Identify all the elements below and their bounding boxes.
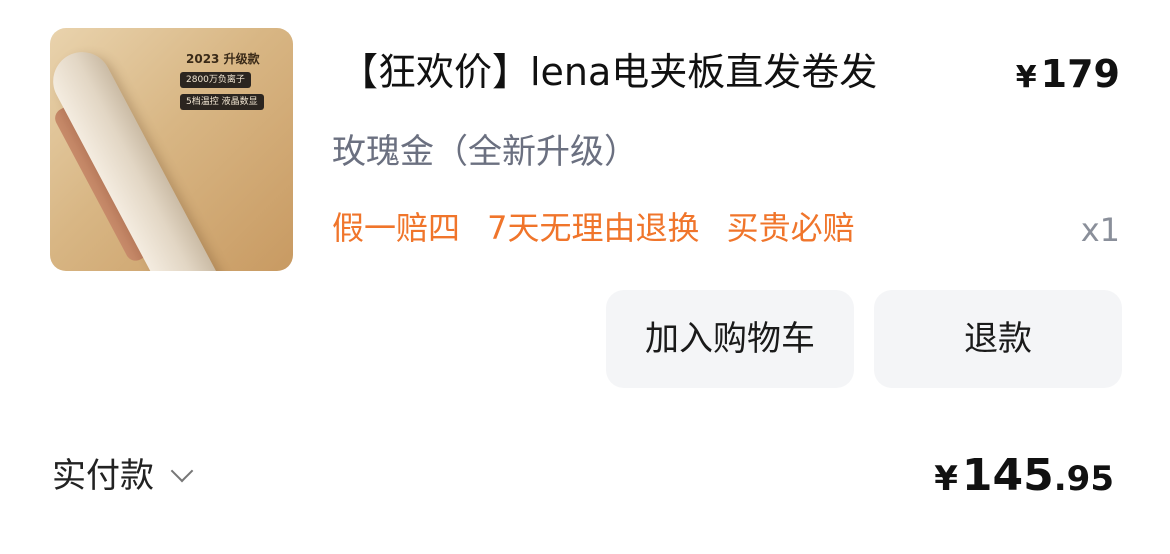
price-value: 179 (1040, 52, 1120, 96)
promo-tags: 假一赔四 7天无理由退换 买贵必赔 (332, 200, 877, 256)
product-price: ¥179 (1016, 46, 1120, 106)
paid-amount: ¥145.95 (934, 446, 1114, 515)
add-to-cart-button[interactable]: 加入购物车 (606, 290, 854, 388)
paid-amount-decimal: .95 (1053, 459, 1114, 499)
promo-tag: 7天无理由退换 (487, 209, 700, 247)
quantity-label: x1 (1080, 211, 1120, 249)
refund-button[interactable]: 退款 (874, 290, 1122, 388)
price-currency-symbol: ¥ (1015, 60, 1037, 95)
product-thumbnail[interactable]: 2023 升级款 2800万负离子 5档温控 液晶数显 (50, 28, 293, 271)
thumbnail-feature-tag: 5档温控 液晶数显 (180, 94, 264, 110)
product-title[interactable]: 【狂欢价】lena电夹板直发卷发 (340, 44, 877, 100)
paid-currency-symbol: ¥ (934, 459, 958, 499)
product-spec: 玫瑰金（全新升级） (332, 132, 638, 172)
thumbnail-feature-tag: 2800万负离子 (180, 72, 251, 88)
paid-amount-integer: 145 (961, 450, 1054, 501)
paid-amount-toggle[interactable]: 实付款 (52, 448, 194, 504)
paid-amount-label: 实付款 (52, 456, 154, 496)
chevron-down-icon (170, 459, 194, 483)
thumbnail-year-badge: 2023 升级款 (186, 52, 260, 66)
promo-tag: 买贵必赔 (726, 209, 855, 247)
promo-tag: 假一赔四 (332, 209, 461, 247)
